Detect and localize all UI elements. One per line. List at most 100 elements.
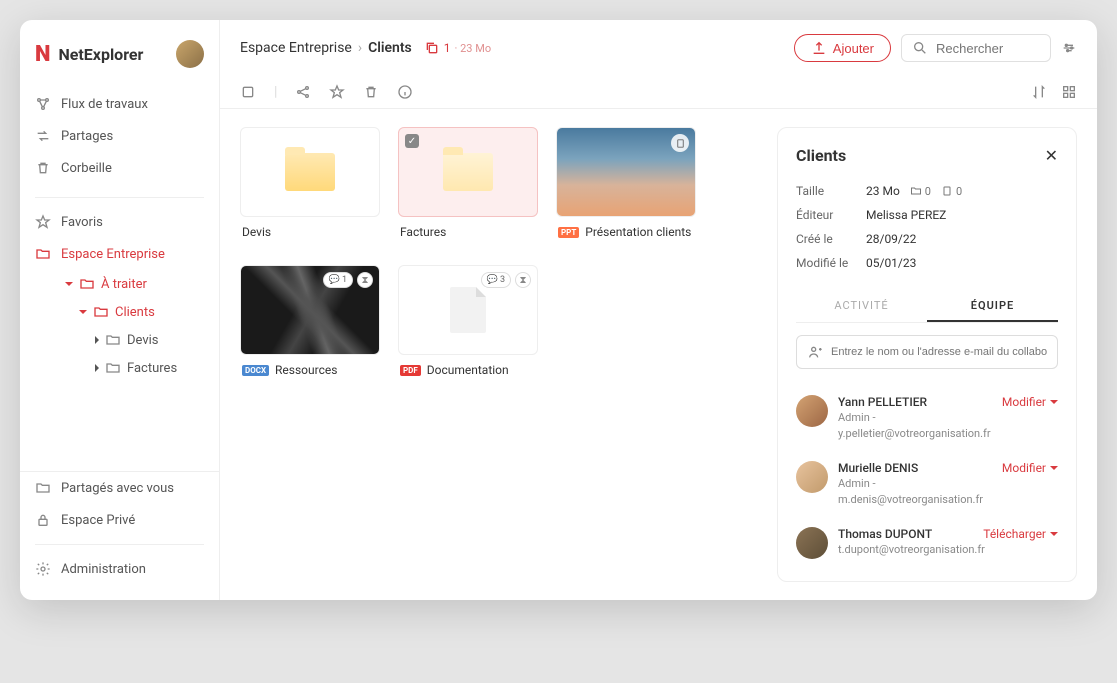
tree-label: Devis <box>127 333 159 348</box>
document-icon <box>450 287 486 333</box>
details-title: Clients <box>796 146 846 165</box>
logo-text: NetExplorer <box>58 45 143 64</box>
filter-icon[interactable] <box>1061 40 1077 56</box>
file-card-ressources[interactable]: 💬 1 ⧗ DOCX Ressources <box>240 265 380 385</box>
label: Partagés avec vous <box>61 481 174 496</box>
topbar: Espace Entreprise › Clients 1 · 23 Mo Aj… <box>220 20 1097 76</box>
chevron-right-icon: › <box>358 40 362 56</box>
nav-private-space[interactable]: Espace Privé <box>20 504 219 536</box>
close-icon[interactable]: ✕ <box>1045 146 1058 165</box>
info-icon[interactable] <box>397 84 413 100</box>
nav-shares-label: Partages <box>61 129 113 144</box>
selection-count: 1 · 23 Mo <box>424 40 491 56</box>
grid-view-icon[interactable] <box>1061 84 1077 100</box>
toolbar-right <box>1031 84 1077 100</box>
folder-card-factures[interactable]: Factures <box>398 127 538 247</box>
folder-icon <box>35 480 51 496</box>
details-header: Clients ✕ <box>796 146 1058 165</box>
file-grid-container: Devis Factures PPT <box>220 109 777 600</box>
caret-icon <box>95 364 99 372</box>
breadcrumb-root[interactable]: Espace Entreprise <box>240 40 352 56</box>
hourglass-icon: ⧗ <box>515 272 531 288</box>
share-icon[interactable] <box>295 84 311 100</box>
upload-icon <box>811 40 827 56</box>
nav-administration[interactable]: Administration <box>20 553 219 585</box>
checkbox-checked-icon[interactable] <box>405 134 419 148</box>
collaborator-input[interactable] <box>831 346 1047 358</box>
nav-workspace[interactable]: Espace Entreprise <box>20 238 219 270</box>
star-icon <box>35 214 51 230</box>
add-user-icon <box>807 344 823 360</box>
tree-devis[interactable]: Devis <box>35 326 219 354</box>
member-avatar <box>796 395 828 427</box>
file-card-presentation[interactable]: PPT Présentation clients <box>556 127 696 247</box>
nav-primary: Flux de travaux Partages Corbeille <box>20 83 219 189</box>
delete-icon[interactable] <box>363 84 379 100</box>
nav-favorites[interactable]: Favoris <box>20 206 219 238</box>
tree-factures[interactable]: Factures <box>35 354 219 382</box>
folder-count: 0 <box>910 185 931 198</box>
thumbnail: 💬 1 ⧗ <box>240 265 380 355</box>
nav-shared-with-you[interactable]: Partagés avec vous <box>20 472 219 504</box>
workflow-icon <box>35 96 51 112</box>
label: Administration <box>61 562 146 577</box>
tree-clients[interactable]: Clients <box>35 298 219 326</box>
main: Espace Entreprise › Clients 1 · 23 Mo Aj… <box>220 20 1097 600</box>
divider <box>35 197 204 198</box>
nav-workflow[interactable]: Flux de travaux <box>20 88 219 120</box>
star-icon[interactable] <box>329 84 345 100</box>
meta-size: Taille 23 Mo 0 0 <box>796 179 1058 203</box>
member-info: Murielle DENIS Admin - m.denis@votreorga… <box>838 461 992 507</box>
thumbnail: 💬 3 ⧗ <box>398 265 538 355</box>
caret-icon <box>79 310 87 314</box>
nav-trash[interactable]: Corbeille <box>20 152 219 184</box>
folder-icon <box>79 276 95 292</box>
member-action[interactable]: Modifier <box>1002 461 1058 475</box>
file-tag: DOCX <box>242 365 269 376</box>
toolbar: | <box>220 76 1097 109</box>
member-action[interactable]: Modifier <box>1002 395 1058 409</box>
tab-activity[interactable]: ACTIVITÉ <box>796 291 927 322</box>
select-all-icon[interactable] <box>240 84 256 100</box>
folder-tree: À traiter Clients Devis Factures <box>20 270 219 382</box>
badge-group: 💬 3 ⧗ <box>481 272 531 288</box>
search-box[interactable] <box>901 34 1051 62</box>
breadcrumb: Espace Entreprise › Clients 1 · 23 Mo <box>240 40 491 56</box>
add-collaborator[interactable] <box>796 335 1058 369</box>
nav-shares[interactable]: Partages <box>20 120 219 152</box>
add-button[interactable]: Ajouter <box>794 34 891 62</box>
card-label: PPT Présentation clients <box>556 217 696 247</box>
meta-created: Créé le 28/09/22 <box>796 227 1058 251</box>
copy-icon <box>424 40 440 56</box>
hourglass-icon: ⧗ <box>357 272 373 288</box>
lock-icon <box>35 512 51 528</box>
folder-card-devis[interactable]: Devis <box>240 127 380 247</box>
trash-icon <box>35 160 51 176</box>
label: Espace Privé <box>61 513 135 528</box>
folder-icon <box>105 360 121 376</box>
tab-team[interactable]: ÉQUIPE <box>927 291 1058 322</box>
member-action[interactable]: Télécharger <box>983 527 1058 541</box>
file-card-documentation[interactable]: 💬 3 ⧗ PDF Documentation <box>398 265 538 385</box>
comment-badge: 💬 3 <box>481 272 511 288</box>
sidebar-bottom: Partagés avec vous Espace Privé Administ… <box>20 471 219 585</box>
chevron-down-icon <box>1050 466 1058 470</box>
thumbnail <box>240 127 380 217</box>
comment-badge: 💬 1 <box>323 272 353 288</box>
user-avatar[interactable] <box>176 40 204 68</box>
folder-icon <box>443 153 493 191</box>
nav-workspace-label: Espace Entreprise <box>61 247 165 262</box>
thumbnail <box>556 127 696 217</box>
file-tag: PDF <box>400 365 421 376</box>
folder-icon <box>35 246 51 262</box>
search-input[interactable] <box>936 41 1040 56</box>
caret-icon <box>65 282 73 286</box>
logo: N NetExplorer <box>20 35 219 83</box>
card-label: Factures <box>398 217 538 247</box>
folder-icon <box>93 304 109 320</box>
breadcrumb-current: Clients <box>368 40 412 56</box>
badge-group: 💬 1 ⧗ <box>323 272 373 288</box>
sort-icon[interactable] <box>1031 84 1047 100</box>
folder-icon <box>105 332 121 348</box>
tree-a-traiter[interactable]: À traiter <box>35 270 219 298</box>
